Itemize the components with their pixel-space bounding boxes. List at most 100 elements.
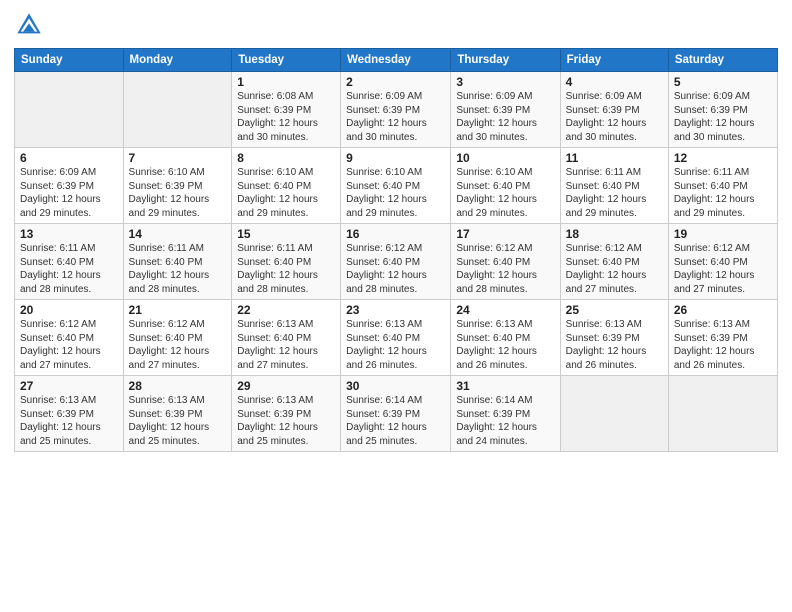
day-number: 23 xyxy=(346,303,445,317)
day-number: 7 xyxy=(129,151,227,165)
day-number: 12 xyxy=(674,151,772,165)
day-number: 4 xyxy=(566,75,663,89)
day-number: 15 xyxy=(237,227,335,241)
day-info: Sunrise: 6:12 AM Sunset: 6:40 PM Dayligh… xyxy=(674,242,772,296)
calendar-cell: 25Sunrise: 6:13 AM Sunset: 6:39 PM Dayli… xyxy=(560,300,668,376)
calendar-header-wednesday: Wednesday xyxy=(341,49,451,72)
day-info: Sunrise: 6:08 AM Sunset: 6:39 PM Dayligh… xyxy=(237,90,335,144)
calendar-cell: 13Sunrise: 6:11 AM Sunset: 6:40 PM Dayli… xyxy=(15,224,124,300)
calendar-table: SundayMondayTuesdayWednesdayThursdayFrid… xyxy=(14,48,778,452)
day-number: 11 xyxy=(566,151,663,165)
calendar-cell: 26Sunrise: 6:13 AM Sunset: 6:39 PM Dayli… xyxy=(668,300,777,376)
day-number: 20 xyxy=(20,303,118,317)
day-number: 5 xyxy=(674,75,772,89)
calendar-cell: 6Sunrise: 6:09 AM Sunset: 6:39 PM Daylig… xyxy=(15,148,124,224)
calendar-cell: 15Sunrise: 6:11 AM Sunset: 6:40 PM Dayli… xyxy=(232,224,341,300)
day-number: 25 xyxy=(566,303,663,317)
day-number: 16 xyxy=(346,227,445,241)
calendar-cell: 3Sunrise: 6:09 AM Sunset: 6:39 PM Daylig… xyxy=(451,72,560,148)
day-info: Sunrise: 6:09 AM Sunset: 6:39 PM Dayligh… xyxy=(20,166,118,220)
day-info: Sunrise: 6:13 AM Sunset: 6:39 PM Dayligh… xyxy=(566,318,663,372)
day-info: Sunrise: 6:14 AM Sunset: 6:39 PM Dayligh… xyxy=(456,394,554,448)
day-info: Sunrise: 6:10 AM Sunset: 6:40 PM Dayligh… xyxy=(237,166,335,220)
calendar-cell: 19Sunrise: 6:12 AM Sunset: 6:40 PM Dayli… xyxy=(668,224,777,300)
calendar-header-tuesday: Tuesday xyxy=(232,49,341,72)
day-info: Sunrise: 6:14 AM Sunset: 6:39 PM Dayligh… xyxy=(346,394,445,448)
day-info: Sunrise: 6:11 AM Sunset: 6:40 PM Dayligh… xyxy=(566,166,663,220)
day-info: Sunrise: 6:12 AM Sunset: 6:40 PM Dayligh… xyxy=(566,242,663,296)
day-info: Sunrise: 6:13 AM Sunset: 6:40 PM Dayligh… xyxy=(346,318,445,372)
logo-icon xyxy=(14,10,44,40)
day-info: Sunrise: 6:13 AM Sunset: 6:39 PM Dayligh… xyxy=(674,318,772,372)
day-info: Sunrise: 6:11 AM Sunset: 6:40 PM Dayligh… xyxy=(674,166,772,220)
day-info: Sunrise: 6:12 AM Sunset: 6:40 PM Dayligh… xyxy=(456,242,554,296)
day-info: Sunrise: 6:13 AM Sunset: 6:40 PM Dayligh… xyxy=(237,318,335,372)
calendar-cell xyxy=(15,72,124,148)
header xyxy=(14,10,778,40)
calendar-cell xyxy=(560,376,668,452)
day-number: 13 xyxy=(20,227,118,241)
calendar-cell: 7Sunrise: 6:10 AM Sunset: 6:39 PM Daylig… xyxy=(123,148,232,224)
day-number: 3 xyxy=(456,75,554,89)
day-number: 10 xyxy=(456,151,554,165)
calendar-header-thursday: Thursday xyxy=(451,49,560,72)
calendar-cell: 12Sunrise: 6:11 AM Sunset: 6:40 PM Dayli… xyxy=(668,148,777,224)
day-info: Sunrise: 6:09 AM Sunset: 6:39 PM Dayligh… xyxy=(346,90,445,144)
calendar-header-row: SundayMondayTuesdayWednesdayThursdayFrid… xyxy=(15,49,778,72)
logo xyxy=(14,10,48,40)
day-number: 8 xyxy=(237,151,335,165)
day-info: Sunrise: 6:11 AM Sunset: 6:40 PM Dayligh… xyxy=(129,242,227,296)
day-number: 24 xyxy=(456,303,554,317)
calendar-cell xyxy=(123,72,232,148)
day-info: Sunrise: 6:12 AM Sunset: 6:40 PM Dayligh… xyxy=(346,242,445,296)
calendar-header-monday: Monday xyxy=(123,49,232,72)
day-number: 6 xyxy=(20,151,118,165)
day-info: Sunrise: 6:13 AM Sunset: 6:39 PM Dayligh… xyxy=(129,394,227,448)
calendar-week-5: 27Sunrise: 6:13 AM Sunset: 6:39 PM Dayli… xyxy=(15,376,778,452)
calendar-cell: 21Sunrise: 6:12 AM Sunset: 6:40 PM Dayli… xyxy=(123,300,232,376)
calendar-cell: 9Sunrise: 6:10 AM Sunset: 6:40 PM Daylig… xyxy=(341,148,451,224)
day-number: 14 xyxy=(129,227,227,241)
calendar-cell: 31Sunrise: 6:14 AM Sunset: 6:39 PM Dayli… xyxy=(451,376,560,452)
calendar-week-3: 13Sunrise: 6:11 AM Sunset: 6:40 PM Dayli… xyxy=(15,224,778,300)
day-number: 31 xyxy=(456,379,554,393)
calendar-cell: 11Sunrise: 6:11 AM Sunset: 6:40 PM Dayli… xyxy=(560,148,668,224)
calendar-cell: 28Sunrise: 6:13 AM Sunset: 6:39 PM Dayli… xyxy=(123,376,232,452)
calendar-cell: 18Sunrise: 6:12 AM Sunset: 6:40 PM Dayli… xyxy=(560,224,668,300)
calendar-cell: 4Sunrise: 6:09 AM Sunset: 6:39 PM Daylig… xyxy=(560,72,668,148)
calendar-cell: 29Sunrise: 6:13 AM Sunset: 6:39 PM Dayli… xyxy=(232,376,341,452)
day-info: Sunrise: 6:12 AM Sunset: 6:40 PM Dayligh… xyxy=(20,318,118,372)
calendar-week-2: 6Sunrise: 6:09 AM Sunset: 6:39 PM Daylig… xyxy=(15,148,778,224)
day-number: 26 xyxy=(674,303,772,317)
calendar-header-saturday: Saturday xyxy=(668,49,777,72)
calendar-cell xyxy=(668,376,777,452)
calendar-cell: 14Sunrise: 6:11 AM Sunset: 6:40 PM Dayli… xyxy=(123,224,232,300)
day-number: 1 xyxy=(237,75,335,89)
day-number: 19 xyxy=(674,227,772,241)
day-info: Sunrise: 6:11 AM Sunset: 6:40 PM Dayligh… xyxy=(20,242,118,296)
day-number: 9 xyxy=(346,151,445,165)
day-number: 2 xyxy=(346,75,445,89)
day-info: Sunrise: 6:09 AM Sunset: 6:39 PM Dayligh… xyxy=(566,90,663,144)
day-info: Sunrise: 6:10 AM Sunset: 6:40 PM Dayligh… xyxy=(456,166,554,220)
calendar-cell: 30Sunrise: 6:14 AM Sunset: 6:39 PM Dayli… xyxy=(341,376,451,452)
day-number: 18 xyxy=(566,227,663,241)
day-info: Sunrise: 6:09 AM Sunset: 6:39 PM Dayligh… xyxy=(674,90,772,144)
calendar-cell: 22Sunrise: 6:13 AM Sunset: 6:40 PM Dayli… xyxy=(232,300,341,376)
day-info: Sunrise: 6:13 AM Sunset: 6:39 PM Dayligh… xyxy=(20,394,118,448)
day-number: 28 xyxy=(129,379,227,393)
calendar-cell: 16Sunrise: 6:12 AM Sunset: 6:40 PM Dayli… xyxy=(341,224,451,300)
day-info: Sunrise: 6:10 AM Sunset: 6:40 PM Dayligh… xyxy=(346,166,445,220)
calendar-cell: 20Sunrise: 6:12 AM Sunset: 6:40 PM Dayli… xyxy=(15,300,124,376)
day-number: 29 xyxy=(237,379,335,393)
calendar-header-sunday: Sunday xyxy=(15,49,124,72)
day-info: Sunrise: 6:13 AM Sunset: 6:40 PM Dayligh… xyxy=(456,318,554,372)
calendar-cell: 2Sunrise: 6:09 AM Sunset: 6:39 PM Daylig… xyxy=(341,72,451,148)
day-info: Sunrise: 6:11 AM Sunset: 6:40 PM Dayligh… xyxy=(237,242,335,296)
calendar-cell: 1Sunrise: 6:08 AM Sunset: 6:39 PM Daylig… xyxy=(232,72,341,148)
page: SundayMondayTuesdayWednesdayThursdayFrid… xyxy=(0,0,792,612)
day-number: 22 xyxy=(237,303,335,317)
day-info: Sunrise: 6:12 AM Sunset: 6:40 PM Dayligh… xyxy=(129,318,227,372)
calendar-cell: 8Sunrise: 6:10 AM Sunset: 6:40 PM Daylig… xyxy=(232,148,341,224)
calendar-week-4: 20Sunrise: 6:12 AM Sunset: 6:40 PM Dayli… xyxy=(15,300,778,376)
